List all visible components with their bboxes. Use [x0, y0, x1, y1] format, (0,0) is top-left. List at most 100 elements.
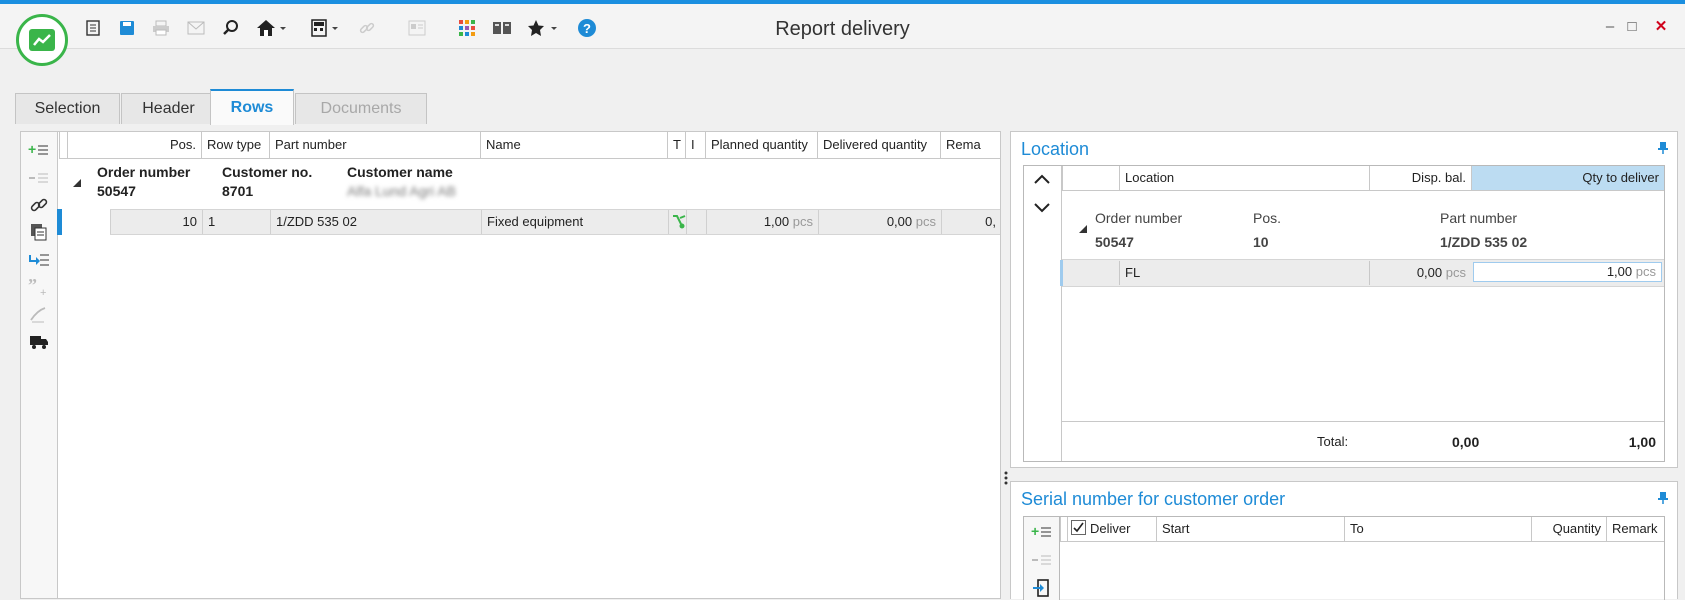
pin-icon[interactable] — [1657, 141, 1669, 155]
help-icon[interactable]: ? — [576, 17, 598, 39]
header-remark[interactable]: Remark — [1606, 517, 1664, 541]
header-remaining[interactable]: Rema — [940, 132, 1000, 158]
cell-i[interactable] — [686, 210, 706, 234]
list-item[interactable]: FL 0,00 pcs 1,00 pcs — [1060, 259, 1664, 287]
delivered-qty-value: 0,00 — [886, 214, 913, 229]
header-planned-quantity[interactable]: Planned quantity — [705, 132, 817, 158]
header-row-type[interactable]: Row type — [201, 132, 269, 158]
selected-row-indicator — [57, 209, 62, 235]
calculator-icon[interactable] — [308, 17, 342, 39]
location-nav-column — [1024, 166, 1062, 461]
header-quantity[interactable]: Quantity — [1531, 517, 1606, 541]
minimize-button[interactable]: – — [1601, 18, 1619, 36]
insert-rows-icon[interactable] — [28, 250, 50, 270]
header-i[interactable]: I — [685, 132, 705, 158]
collapse-group-icon[interactable] — [73, 176, 82, 191]
star-icon[interactable] — [525, 17, 561, 39]
cell-row-type[interactable]: 1 — [202, 210, 270, 234]
tab-rows[interactable]: Rows — [210, 89, 294, 125]
home-icon[interactable] — [254, 17, 288, 39]
planned-qty-value: 1,00 — [763, 214, 790, 229]
cell-delivered-quantity[interactable]: 0,00 pcs — [818, 210, 941, 234]
header-disp-bal[interactable]: Disp. bal. — [1369, 166, 1471, 190]
loc-group-pos-label: Pos. — [1253, 210, 1282, 226]
add-row-icon[interactable]: + — [1031, 523, 1053, 542]
search-icon[interactable] — [220, 17, 242, 39]
cell-name[interactable]: Fixed equipment — [481, 210, 668, 234]
card-icon[interactable] — [406, 17, 428, 39]
header-pos[interactable]: Pos. — [67, 132, 201, 158]
print-icon[interactable] — [150, 17, 172, 39]
header-deliver[interactable]: Deliver — [1067, 517, 1156, 541]
save-icon[interactable] — [116, 17, 138, 39]
location-total-row: Total: 0,00 1,00 — [1062, 421, 1664, 462]
collapse-group-icon[interactable] — [1079, 222, 1088, 237]
header-qty-to-deliver[interactable]: Qty to deliver — [1471, 166, 1664, 190]
cell-part-number[interactable]: 1/ZDD 535 02 — [270, 210, 481, 234]
horizontal-splitter-handle[interactable] — [1328, 474, 1344, 486]
remove-row-icon[interactable] — [1031, 553, 1053, 570]
cell-disp-bal: 0,00 pcs — [1369, 261, 1471, 285]
tab-selection[interactable]: Selection — [15, 93, 120, 124]
truck-icon[interactable] — [28, 332, 50, 352]
cell-remaining[interactable]: 0, — [941, 210, 1000, 234]
link-icon[interactable] — [28, 195, 50, 215]
vertical-splitter-handle[interactable] — [1004, 470, 1008, 486]
header-to[interactable]: To — [1344, 517, 1531, 541]
group-order-number-label: Order number — [97, 164, 191, 180]
cell-planned-quantity[interactable]: 1,00 pcs — [706, 210, 818, 234]
serial-panel-title: Serial number for customer order — [1021, 489, 1286, 509]
import-icon[interactable] — [1032, 579, 1050, 600]
add-text-row-icon[interactable]: ” + — [28, 278, 50, 298]
window-title: Report delivery — [775, 18, 910, 40]
header-part-number[interactable]: Part number — [269, 132, 480, 158]
svg-text:+: + — [1031, 525, 1039, 539]
qty-to-deliver-input[interactable]: 1,00 pcs — [1473, 262, 1662, 282]
svg-text:?: ? — [583, 21, 591, 36]
book-icon[interactable] — [491, 17, 513, 39]
header-delivered-quantity[interactable]: Delivered quantity — [817, 132, 940, 158]
loc-group-order-label: Order number — [1095, 210, 1183, 226]
cell-t[interactable] — [668, 210, 686, 234]
table-row[interactable]: 10 1 1/ZDD 535 02 Fixed equipment 1,00 p… — [110, 209, 1000, 235]
remove-row-icon[interactable] — [28, 168, 50, 188]
serial-toolbar: + — [1023, 516, 1060, 600]
loc-group-part-number-label: Part number — [1440, 210, 1518, 226]
maximize-button[interactable]: □ — [1623, 18, 1641, 36]
mail-icon[interactable] — [185, 17, 207, 39]
qty-unit: pcs — [1635, 264, 1656, 279]
chevron-down-icon[interactable] — [1032, 201, 1052, 218]
header-t[interactable]: T — [667, 132, 685, 158]
apps-grid-icon[interactable] — [456, 17, 478, 39]
chevron-up-icon[interactable] — [1032, 172, 1052, 189]
planned-qty-unit: pcs — [792, 214, 813, 229]
rows-grid: Pos. Row type Part number Name T I Plann… — [59, 132, 1000, 598]
delivered-qty-unit: pcs — [915, 214, 936, 229]
link-icon[interactable] — [356, 17, 378, 39]
deliver-checkbox[interactable] — [1071, 520, 1086, 535]
svg-text:+: + — [40, 287, 46, 297]
edit-icon[interactable] — [28, 305, 50, 325]
total-disp-bal: 0,00 — [1452, 434, 1480, 450]
header-start[interactable]: Start — [1156, 517, 1344, 541]
list-icon[interactable] — [82, 17, 104, 39]
copy-rows-icon[interactable] — [28, 222, 50, 242]
cell-pos[interactable]: 10 — [110, 210, 202, 234]
tab-documents: Documents — [295, 93, 427, 124]
serial-grid: Deliver Start To Quantity Remark — [1060, 516, 1665, 600]
add-row-icon[interactable]: + — [28, 140, 50, 160]
deliver-label: Deliver — [1090, 521, 1131, 536]
disp-bal-value: 0,00 — [1416, 265, 1443, 280]
total-label: Total: — [1317, 434, 1349, 449]
cell-location[interactable]: FL — [1119, 261, 1369, 285]
rows-panel: + ” + Pos. Row type Part number Name T I… — [20, 131, 1001, 599]
rows-grid-header: Pos. Row type Part number Name T I Plann… — [59, 132, 1000, 159]
title-bar: Report delivery ? – □ ✕ — [0, 4, 1685, 49]
location-panel: Location Location Disp. bal. Qty to deli… — [1010, 131, 1678, 468]
pin-icon[interactable] — [1657, 491, 1669, 505]
tab-header[interactable]: Header — [121, 93, 216, 124]
header-name[interactable]: Name — [480, 132, 667, 158]
header-location[interactable]: Location — [1119, 166, 1369, 190]
app-logo[interactable] — [16, 14, 68, 66]
close-button[interactable]: ✕ — [1652, 18, 1670, 36]
